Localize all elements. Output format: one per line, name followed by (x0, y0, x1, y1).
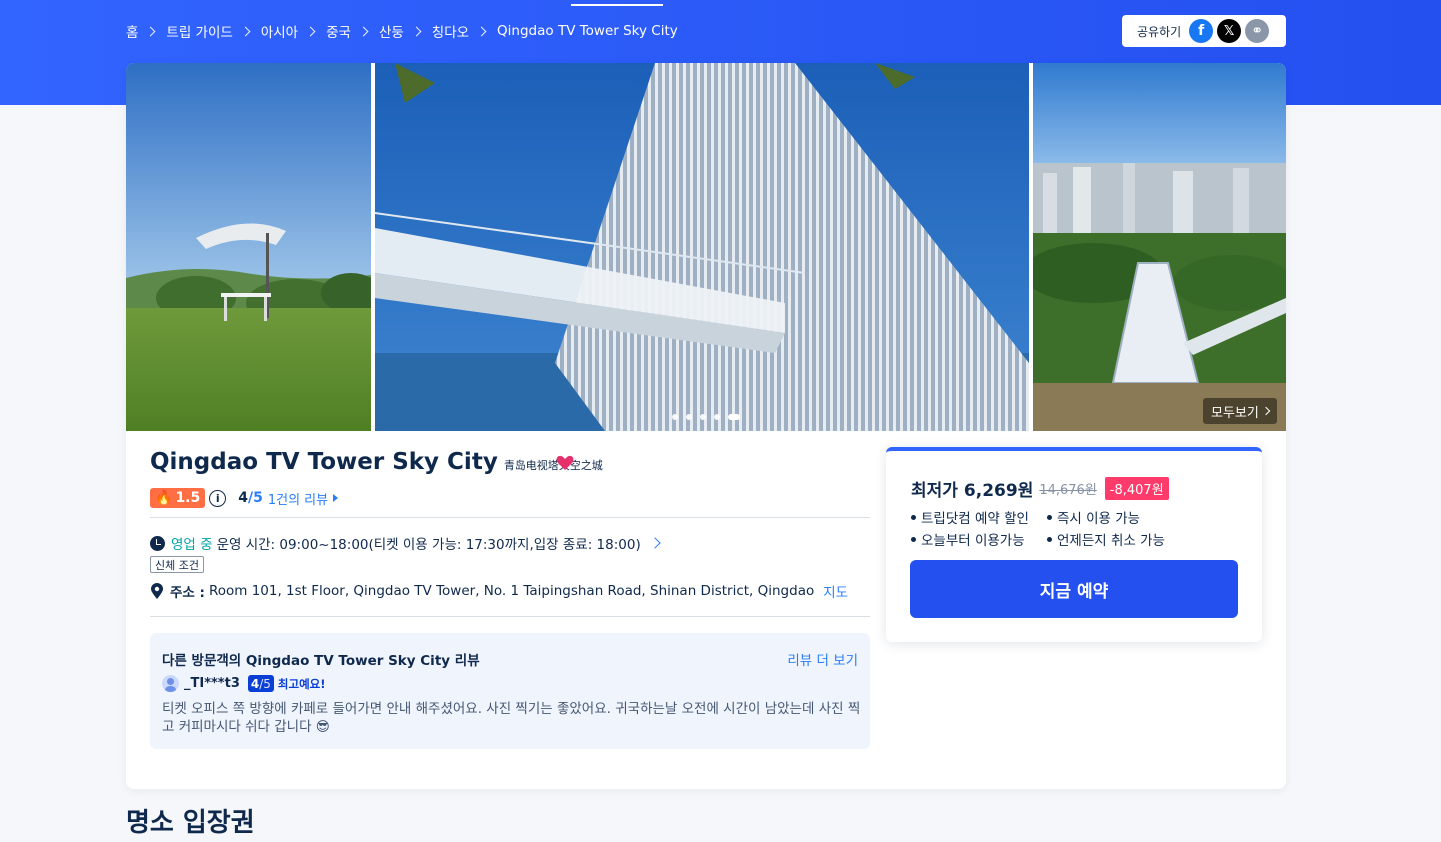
rating-row: 🔥 1.5 i 4/5 1건의 리뷰 (150, 488, 339, 508)
gallery-dot[interactable] (672, 414, 678, 420)
photo-gallery: 모두보기 (126, 63, 1286, 431)
feature-item: 언제든지 취소 가능 (1047, 528, 1179, 550)
opening-hours-row: 영업 중 운영 시간: 09:00~18:00(티켓 이용 가능: 17:30까… (150, 533, 661, 553)
gallery-dot[interactable] (686, 414, 692, 420)
price-row: 최저가 6,269원 14,676원 -8,407원 (911, 476, 1169, 501)
address-text: Room 101, 1st Floor, Qingdao TV Tower, N… (208, 583, 815, 599)
review-count-link[interactable]: 1건의 리뷰 (268, 489, 328, 508)
address-row: 주소 : Room 101, 1st Floor, Qingdao TV Tow… (150, 581, 848, 601)
price: 6,269원 (963, 481, 1034, 501)
gallery-pagination (672, 414, 748, 420)
booking-panel: 최저가 6,269원 14,676원 -8,407원 트립닷컴 예약 할인 즉시… (886, 447, 1262, 642)
original-price: 14,676원 (1039, 483, 1097, 498)
clock-icon (150, 535, 165, 551)
gallery-photo-city-view[interactable] (1033, 63, 1286, 431)
share-bar: 공유하기 f 𝕏 ⚭ (1122, 15, 1286, 47)
map-link[interactable]: 지도 (823, 581, 848, 601)
breadcrumb-trip-guide[interactable]: 트립 가이드 (166, 21, 232, 41)
see-all-label: 모두보기 (1211, 405, 1259, 421)
link-icon[interactable]: ⚭ (1245, 19, 1270, 43)
gallery-photo-garden[interactable] (126, 63, 371, 431)
attraction-card: 모두보기 Qingdao TV Tower Sky City 青岛电视塔天空之城… (126, 63, 1286, 789)
share-label: 공유하기 (1137, 24, 1182, 39)
feature-item: 오늘부터 이용가능 (911, 528, 1047, 550)
book-now-button[interactable]: 지금 예약 (910, 560, 1238, 618)
breadcrumb-shandong[interactable]: 산둥 (379, 21, 404, 41)
review-preview-box: 다른 방문객의 Qingdao TV Tower Sky City 리뷰 리뷰 … (150, 633, 870, 749)
hot-score-badge: 🔥 1.5 (150, 488, 206, 508)
breadcrumb: 홈 트립 가이드 아시아 중국 산둥 칭다오 Qingdao TV Tower … (126, 20, 678, 42)
x-twitter-icon[interactable]: 𝕏 (1217, 19, 1242, 43)
chevron-right-icon (1261, 406, 1271, 416)
chevron-right-icon (240, 26, 251, 36)
avatar (162, 675, 179, 692)
breadcrumb-china[interactable]: 중국 (326, 21, 351, 41)
review-author-row: _TI***t3 4/5 최고예요! (162, 675, 325, 692)
facebook-icon[interactable]: f (1189, 19, 1214, 43)
top-tab-indicator (571, 4, 663, 6)
open-status: 영업 중 (171, 537, 213, 553)
review-verdict: 최고예요! (277, 676, 326, 691)
feature-list: 트립닷컴 예약 할인 즉시 이용 가능 오늘부터 이용가능 언제든지 취소 가능 (911, 506, 1251, 550)
review-score-badge: 4/5 (247, 675, 274, 692)
lowest-price-label: 최저가 (911, 481, 958, 501)
breadcrumb-home[interactable]: 홈 (126, 21, 138, 41)
gallery-photo-sky-walk[interactable] (375, 63, 1029, 431)
gallery-dot[interactable] (700, 414, 706, 420)
review-text: 티켓 오피스 쪽 방향에 카페로 들어가면 안내 해주셨어요. 사진 찍기는 좋… (162, 701, 861, 735)
divider (150, 616, 870, 617)
feature-item: 즉시 이용 가능 (1047, 506, 1179, 528)
review-author: _TI***t3 (184, 676, 240, 691)
chevron-right-icon (358, 26, 369, 36)
breadcrumb-asia[interactable]: 아시아 (261, 21, 298, 41)
gallery-dot-active[interactable] (728, 414, 740, 420)
chevron-right-icon (476, 26, 487, 36)
title-row: Qingdao TV Tower Sky City 青岛电视塔天空之城 (150, 449, 603, 475)
see-all-photos-button[interactable]: 모두보기 (1203, 398, 1277, 424)
info-icon[interactable]: i (209, 489, 227, 507)
feature-item: 트립닷컴 예약 할인 (911, 506, 1047, 528)
breadcrumb-current: Qingdao TV Tower Sky City (497, 23, 678, 39)
location-pin-icon (151, 583, 163, 599)
chevron-right-icon (411, 26, 422, 36)
discount-badge: -8,407원 (1104, 477, 1169, 500)
caret-right-icon (333, 494, 339, 502)
flame-icon: 🔥 (155, 490, 173, 506)
more-reviews-link[interactable]: 리뷰 더 보기 (787, 649, 858, 669)
section-title-tickets: 명소 입장권 (126, 808, 255, 838)
opening-hours: 운영 시간: 09:00~18:00(티켓 이용 가능: 17:30까지,입장 … (216, 537, 641, 553)
breadcrumb-qingdao[interactable]: 칭다오 (432, 21, 469, 41)
address-label: 주소 : (170, 585, 205, 601)
divider (150, 517, 870, 518)
local-name: 青岛电视塔天空之城 (503, 459, 603, 472)
rating-score: 4/5 (238, 490, 263, 506)
gallery-dot[interactable] (714, 414, 720, 420)
favorite-heart-icon[interactable] (556, 455, 574, 471)
page-title: Qingdao TV Tower Sky City (150, 449, 498, 475)
chevron-right-icon (145, 26, 156, 36)
chevron-right-icon (305, 26, 316, 36)
hours-chevron-icon[interactable] (649, 537, 661, 549)
reviews-heading: 다른 방문객의 Qingdao TV Tower Sky City 리뷰 (162, 653, 480, 669)
hot-score: 1.5 (175, 490, 201, 506)
physical-condition-tag: 신체 조건 (150, 556, 204, 573)
